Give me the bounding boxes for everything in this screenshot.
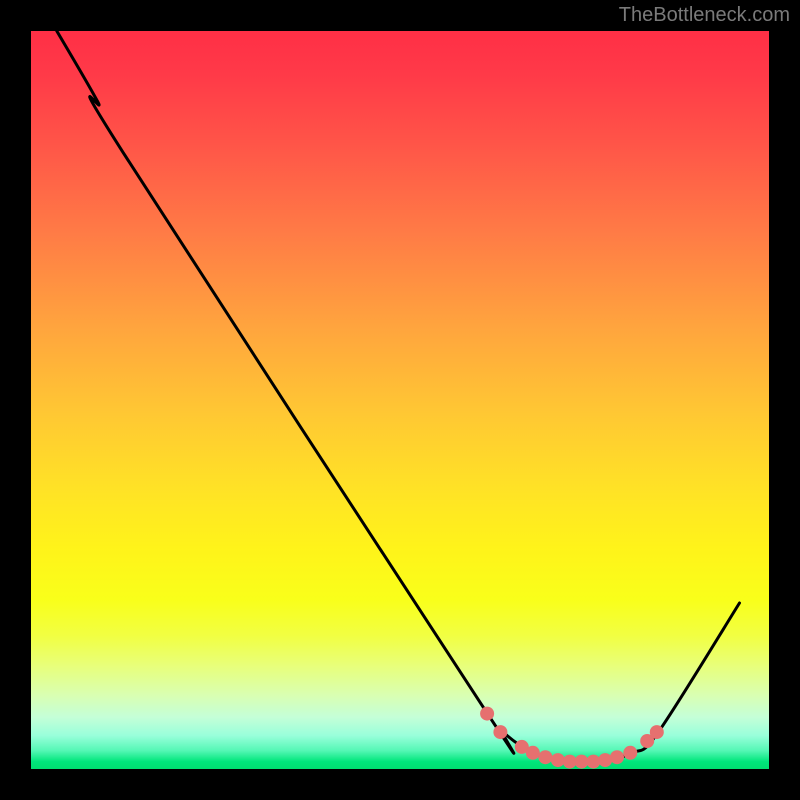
chart-marker: [623, 746, 637, 760]
chart-marker: [526, 746, 540, 760]
chart-marker: [480, 707, 494, 721]
chart-svg: [31, 31, 769, 769]
chart-marker: [538, 750, 552, 764]
chart-marker: [493, 725, 507, 739]
attribution-text: TheBottleneck.com: [619, 4, 790, 27]
chart-marker: [610, 750, 624, 764]
chart-marker: [598, 753, 612, 767]
chart-marker: [551, 753, 565, 767]
chart-curve: [57, 31, 740, 763]
chart-marker: [650, 725, 664, 739]
chart-plot-area: [31, 31, 769, 769]
chart-marker: [586, 755, 600, 769]
